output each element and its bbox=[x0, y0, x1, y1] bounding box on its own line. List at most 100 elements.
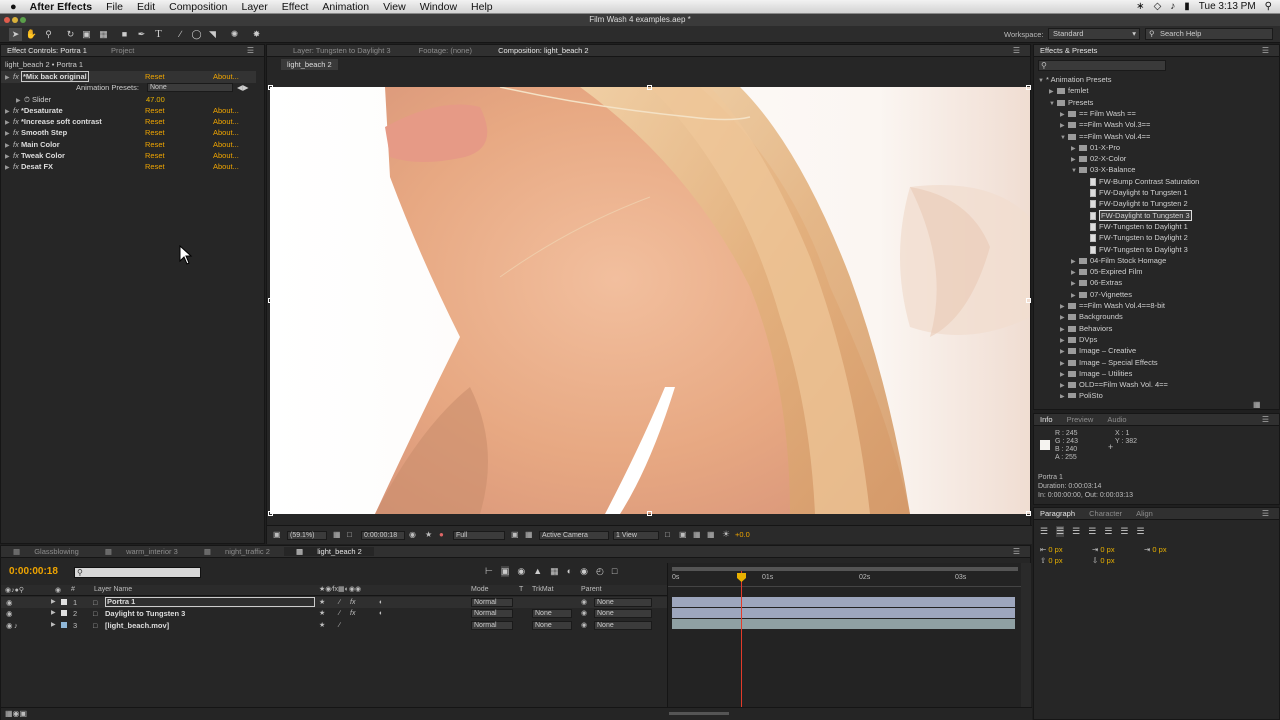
disclosure-icon[interactable]: ▼ bbox=[1038, 76, 1046, 87]
label-color-icon[interactable] bbox=[61, 599, 67, 605]
folder-item[interactable]: ▶ Image – Creative bbox=[1060, 345, 1136, 356]
indent-right-field[interactable]: ⇥ 0 px bbox=[1092, 544, 1115, 555]
about-link[interactable]: About... bbox=[213, 161, 239, 172]
space-before-field[interactable]: ⇧ 0 px bbox=[1040, 555, 1063, 566]
parent-select[interactable]: None bbox=[594, 598, 652, 607]
flowchart-icon[interactable]: ▦ bbox=[707, 530, 715, 539]
brainstorm-icon[interactable]: ◉ bbox=[580, 566, 588, 577]
visibility-icon[interactable]: ◉ bbox=[6, 608, 13, 619]
fx-toggle-icon[interactable]: fx bbox=[13, 72, 19, 81]
parent-select[interactable]: None bbox=[594, 609, 652, 619]
work-area-bar[interactable] bbox=[672, 567, 1018, 571]
draft-3d-icon[interactable]: ◉ bbox=[517, 566, 525, 577]
menu-edit[interactable]: Edit bbox=[130, 1, 162, 13]
layer-handle[interactable] bbox=[268, 511, 273, 516]
folder-item[interactable]: ▶ DVps bbox=[1060, 334, 1097, 345]
quality-switch-icon[interactable]: ∕ bbox=[339, 620, 340, 631]
panel-menu-icon[interactable]: ☰ bbox=[1256, 414, 1275, 426]
layer-bar-daylight[interactable] bbox=[672, 608, 1015, 618]
time-graph[interactable]: 0s 01s 02s 03s bbox=[667, 563, 1022, 718]
expand-icon[interactable]: ▶ bbox=[51, 620, 56, 631]
layer-name[interactable]: Daylight to Tungsten 3 bbox=[105, 608, 185, 619]
effect-row[interactable]: ▶ fx *Desaturate bbox=[5, 105, 63, 116]
quality-switch-icon[interactable]: ∕ bbox=[339, 608, 340, 619]
fx-toggle-icon[interactable]: fx bbox=[13, 117, 19, 126]
exposure-icon[interactable]: ☀ bbox=[722, 529, 730, 540]
parent-select[interactable]: None bbox=[594, 620, 652, 630]
blend-mode-select[interactable]: Normal bbox=[471, 609, 513, 619]
preset-item[interactable]: FW-Bump Contrast Saturation bbox=[1082, 176, 1199, 187]
folder-item[interactable]: ▶ Behaviors bbox=[1060, 323, 1112, 334]
timeline-layer-row[interactable]: ◉ ▶ 1 □ Portra 1 ★ ∕ fx ◐ Normal ◉ None bbox=[1, 597, 667, 608]
label-color-icon[interactable] bbox=[61, 621, 67, 628]
disclosure-icon[interactable]: ▼ bbox=[1071, 166, 1079, 177]
layer-bar-footage[interactable] bbox=[672, 619, 1015, 629]
roto-brush-tool-icon[interactable]: ✺ bbox=[228, 28, 241, 41]
battery-icon[interactable]: ▮ bbox=[1184, 1, 1190, 12]
zoom-tool-icon[interactable]: ⚲ bbox=[42, 28, 55, 41]
comp-mini-flowchart-icon[interactable]: ⊢ bbox=[485, 566, 493, 577]
layer-handle[interactable] bbox=[268, 298, 273, 303]
fx-switch-icon[interactable]: fx bbox=[350, 608, 355, 619]
folder-item[interactable]: ▶ Image – Special Effects bbox=[1060, 357, 1158, 368]
effect-row[interactable]: ▶ fx Tweak Color bbox=[5, 150, 65, 161]
slider-value[interactable]: 47.00 bbox=[146, 94, 165, 105]
snapshot-icon[interactable]: ◉ bbox=[409, 530, 416, 539]
reset-link[interactable]: Reset bbox=[145, 71, 165, 82]
folder-item[interactable]: ▶ femlet bbox=[1049, 85, 1088, 96]
about-link[interactable]: About... bbox=[213, 105, 239, 116]
hand-tool-icon[interactable]: ✋ bbox=[25, 28, 38, 41]
exposure-value[interactable]: +0.0 bbox=[735, 530, 750, 539]
show-snapshot-icon[interactable]: ★ bbox=[425, 530, 432, 539]
expand-icon[interactable]: ▶ bbox=[51, 608, 56, 619]
toggle-switches-icon[interactable]: ▦◉▣ bbox=[5, 709, 27, 718]
apple-menu-icon[interactable]: ● bbox=[0, 1, 23, 13]
transparency-grid-icon[interactable]: ▦ bbox=[525, 530, 533, 539]
fast-previews-icon[interactable]: ▣ bbox=[679, 530, 687, 539]
effect-row[interactable]: ▶ fx *Mix back original bbox=[5, 71, 89, 82]
zoom-slider[interactable] bbox=[669, 712, 729, 715]
expand-icon[interactable]: ▶ bbox=[51, 597, 56, 608]
folder-item[interactable]: ▶ Image – Utilities bbox=[1060, 368, 1132, 379]
menu-composition[interactable]: Composition bbox=[162, 1, 234, 13]
quality-switch-icon[interactable]: ∕ bbox=[339, 597, 340, 608]
fx-toggle-icon[interactable]: fx bbox=[13, 151, 19, 160]
justify-all-icon[interactable]: ☰ bbox=[1136, 526, 1144, 537]
folder-item[interactable]: ▶ PoliSto bbox=[1060, 390, 1103, 398]
folder-item[interactable]: ▼ Presets bbox=[1049, 97, 1093, 108]
folder-item[interactable]: ▶ ==Film Wash Vol.3== bbox=[1060, 119, 1150, 130]
time-ruler[interactable]: 0s 01s 02s 03s bbox=[668, 573, 1022, 587]
search-help-input[interactable]: ⚲ Search Help bbox=[1145, 28, 1273, 40]
zoom-select[interactable]: (59.1%) bbox=[287, 531, 327, 540]
tab-composition[interactable]: Composition: light_beach 2 bbox=[492, 46, 594, 55]
folder-item[interactable]: ▶ 01-X-Pro bbox=[1071, 142, 1120, 153]
region-of-interest-icon[interactable]: ▣ bbox=[511, 530, 519, 539]
tab-info[interactable]: Info bbox=[1034, 415, 1059, 424]
tab-character[interactable]: Character bbox=[1083, 509, 1128, 518]
effect-row[interactable]: ▶ fx Main Color bbox=[5, 139, 60, 150]
minimize-window-button[interactable] bbox=[12, 17, 18, 23]
layer-handle[interactable] bbox=[1026, 85, 1031, 90]
channels-icon[interactable]: ● bbox=[439, 530, 444, 539]
menu-animation[interactable]: Animation bbox=[315, 1, 376, 13]
tab-effect-controls[interactable]: Effect Controls: Portra 1 bbox=[1, 46, 93, 55]
disclosure-icon[interactable]: ▼ bbox=[1060, 133, 1068, 144]
about-link[interactable]: About... bbox=[213, 71, 239, 82]
reset-link[interactable]: Reset bbox=[145, 139, 165, 150]
visibility-icon[interactable]: ◉ bbox=[6, 620, 13, 631]
layer-handle[interactable] bbox=[647, 85, 652, 90]
live-update-icon[interactable]: ▣ bbox=[500, 566, 510, 577]
graph-editor-icon[interactable]: □ bbox=[612, 566, 617, 577]
justify-center-icon[interactable]: ☰ bbox=[1104, 526, 1112, 537]
layer-name[interactable]: [light_beach.mov] bbox=[105, 620, 169, 631]
timeline-layer-row[interactable]: ◉ ▶ 2 □ Daylight to Tungsten 3 ★ ∕ fx ◐ Normal Non… bbox=[1, 608, 667, 619]
folder-item[interactable]: ▶ Backgrounds bbox=[1060, 311, 1123, 322]
hide-shy-icon[interactable]: ▲ bbox=[533, 566, 542, 577]
preset-item[interactable]: FW-Daylight to Tungsten 2 bbox=[1082, 198, 1188, 209]
folder-item[interactable]: ▶ == Film Wash == bbox=[1060, 108, 1136, 119]
rotate-tool-icon[interactable]: ↻ bbox=[64, 28, 77, 41]
pickwhip-icon[interactable]: ◉ bbox=[581, 597, 587, 608]
clock[interactable]: Tue 3:13 PM bbox=[1199, 1, 1256, 12]
about-link[interactable]: About... bbox=[213, 139, 239, 150]
folder-item[interactable]: ▼ ==Film Wash Vol.4== bbox=[1060, 131, 1150, 142]
